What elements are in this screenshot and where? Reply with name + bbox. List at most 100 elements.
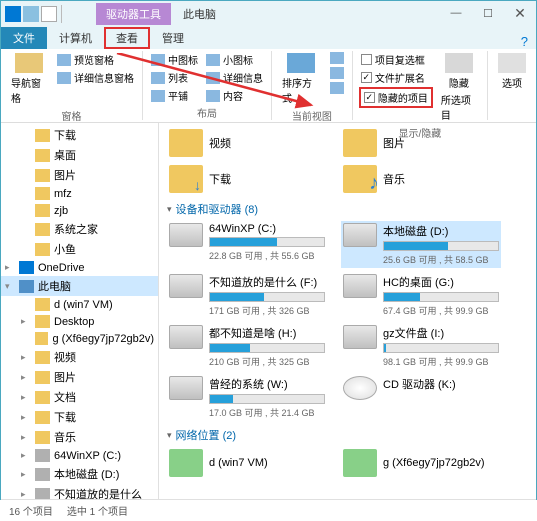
tree-item[interactable]: ▸音乐 [1, 427, 158, 447]
nav-pane-button[interactable]: 导航窗格 [7, 51, 51, 107]
drive-icon [343, 223, 377, 247]
details-pane-button[interactable]: 详细信息窗格 [55, 69, 136, 86]
maximize-button[interactable]: ☐ [472, 1, 504, 25]
layout-sm-icons[interactable]: 小图标 [204, 51, 265, 68]
close-button[interactable]: ✕ [504, 1, 536, 25]
add-columns[interactable] [328, 66, 346, 80]
tree-item[interactable]: zjb [1, 202, 158, 219]
drive-icon [343, 325, 377, 349]
status-item-count: 16 个项目 [9, 503, 53, 518]
tree-item[interactable]: ▸下载 [1, 407, 158, 427]
drive-tile[interactable]: gz文件盘 (I:)98.1 GB 可用 , 共 99.9 GB [341, 323, 501, 370]
folder-icon [35, 149, 50, 162]
tree-item[interactable]: ▸图片 [1, 367, 158, 387]
help-icon[interactable]: ? [521, 34, 528, 49]
tree-item[interactable]: ▸本地磁盘 (D:) [1, 464, 158, 484]
network-drive-icon [343, 449, 377, 477]
hide-selected-button[interactable]: 隐藏 所选项目 [437, 51, 481, 124]
tree-item[interactable]: ▸不知道放的是什么 [1, 484, 158, 499]
hidden-items-toggle[interactable]: 隐藏的项目 [359, 87, 433, 108]
folder-icon [169, 165, 203, 193]
tree-item[interactable]: ▾此电脑 [1, 276, 158, 296]
tab-manage[interactable]: 管理 [150, 27, 196, 49]
tree-item[interactable]: ▸文档 [1, 387, 158, 407]
folder-icon [35, 298, 50, 311]
layout-mid-icons[interactable]: 中图标 [149, 51, 200, 68]
folder-icon [35, 315, 50, 328]
qa-icon-1[interactable] [23, 6, 39, 22]
layout-list[interactable]: 列表 [149, 69, 200, 86]
options-button[interactable]: 选项 [494, 51, 530, 92]
drive-icon [35, 468, 50, 481]
tree-item[interactable]: g (Xf6egy7jp72gb2v) [1, 330, 158, 347]
tab-file[interactable]: 文件 [1, 27, 47, 49]
nav-tree[interactable]: 下载桌面图片mfzzjb系统之家小鱼▸OneDrive▾此电脑d (win7 V… [1, 123, 159, 499]
context-tab[interactable]: 驱动器工具 [96, 3, 171, 25]
folder-icon [35, 204, 50, 217]
onedrive-icon [19, 261, 34, 274]
drive-tile[interactable]: CD 驱动器 (K:) [341, 374, 501, 421]
folder-tile[interactable]: 下载 [167, 163, 327, 195]
tree-item[interactable]: ▸64WinXP (C:) [1, 447, 158, 464]
ribbon: 导航窗格 预览窗格 详细信息窗格 窗格 中图标 列表 平铺 小图标 详细信息 [1, 49, 536, 123]
drive-icon [169, 376, 203, 400]
drive-tile[interactable]: 64WinXP (C:)22.8 GB 可用 , 共 55.6 GB [167, 221, 327, 268]
group-by[interactable] [328, 51, 346, 65]
tree-item[interactable]: 小鱼 [1, 239, 158, 259]
drive-tile[interactable]: 本地磁盘 (D:)25.6 GB 可用 , 共 58.5 GB [341, 221, 501, 268]
layout-tiles[interactable]: 平铺 [149, 87, 200, 104]
drive-icon [169, 325, 203, 349]
drive-tile[interactable]: 都不知道是啥 (H:)210 GB 可用 , 共 325 GB [167, 323, 327, 370]
drive-icon [169, 223, 203, 247]
network-header[interactable]: 网络位置 (2) [167, 427, 528, 443]
network-tile[interactable]: d (win7 VM) [167, 447, 327, 479]
layout-content[interactable]: 内容 [204, 87, 265, 104]
tree-item[interactable]: mfz [1, 185, 158, 202]
ribbon-group-layout: 中图标 列表 平铺 小图标 详细信息 内容 布局 [143, 51, 272, 120]
tab-computer[interactable]: 计算机 [47, 27, 104, 49]
minimize-button[interactable]: — [440, 1, 472, 25]
window-title: 此电脑 [183, 6, 216, 22]
ribbon-group-show-hide: 项目复选框 文件扩展名 隐藏的项目 隐藏 所选项目 显示/隐藏 [353, 51, 488, 120]
folder-icon [169, 129, 203, 157]
folder-tile[interactable]: 音乐 [341, 163, 501, 195]
drive-icon [35, 449, 50, 462]
status-selected-count: 选中 1 个项目 [67, 503, 128, 518]
folder-icon [35, 391, 50, 404]
folder-icon [35, 411, 50, 424]
folder-tile[interactable]: 视频 [167, 127, 327, 159]
tree-item[interactable]: 系统之家 [1, 219, 158, 239]
ribbon-group-options: 选项 [488, 51, 536, 120]
tree-item[interactable]: ▸Desktop [1, 313, 158, 330]
folder-icon [35, 243, 50, 256]
tree-item[interactable]: ▸视频 [1, 347, 158, 367]
drive-tile[interactable]: 曾经的系统 (W:)17.0 GB 可用 , 共 21.4 GB [167, 374, 327, 421]
devices-header[interactable]: 设备和驱动器 (8) [167, 201, 528, 217]
size-columns[interactable] [328, 81, 346, 95]
drive-tile[interactable]: 不知道放的是什么 (F:)171 GB 可用 , 共 326 GB [167, 272, 327, 319]
folder-icon [35, 129, 50, 142]
folder-icon [343, 165, 377, 193]
tree-item[interactable]: d (win7 VM) [1, 296, 158, 313]
folder-icon [35, 332, 48, 345]
tree-item[interactable]: ▸OneDrive [1, 259, 158, 276]
folder-icon [35, 169, 50, 182]
network-tile[interactable]: g (Xf6egy7jp72gb2v) [341, 447, 501, 479]
layout-details[interactable]: 详细信息 [204, 69, 265, 86]
network-drive-icon [169, 449, 203, 477]
folder-icon [343, 129, 377, 157]
content-pane[interactable]: 视频图片下载音乐 设备和驱动器 (8) 64WinXP (C:)22.8 GB … [159, 123, 536, 499]
quick-access-icons [5, 6, 57, 22]
tree-item[interactable]: 图片 [1, 165, 158, 185]
tab-view[interactable]: 查看 [104, 27, 150, 49]
item-checkboxes-toggle[interactable]: 项目复选框 [359, 51, 433, 68]
drive-tile[interactable]: HC的桌面 (G:)67.4 GB 可用 , 共 99.9 GB [341, 272, 501, 319]
sort-button[interactable]: 排序方式 [278, 51, 324, 107]
qa-icon-2[interactable] [41, 6, 57, 22]
folder-icon [35, 371, 50, 384]
tree-item[interactable]: 桌面 [1, 145, 158, 165]
preview-pane-button[interactable]: 预览窗格 [55, 51, 136, 68]
file-ext-toggle[interactable]: 文件扩展名 [359, 69, 433, 86]
drive-icon [35, 488, 50, 500]
tree-item[interactable]: 下载 [1, 125, 158, 145]
